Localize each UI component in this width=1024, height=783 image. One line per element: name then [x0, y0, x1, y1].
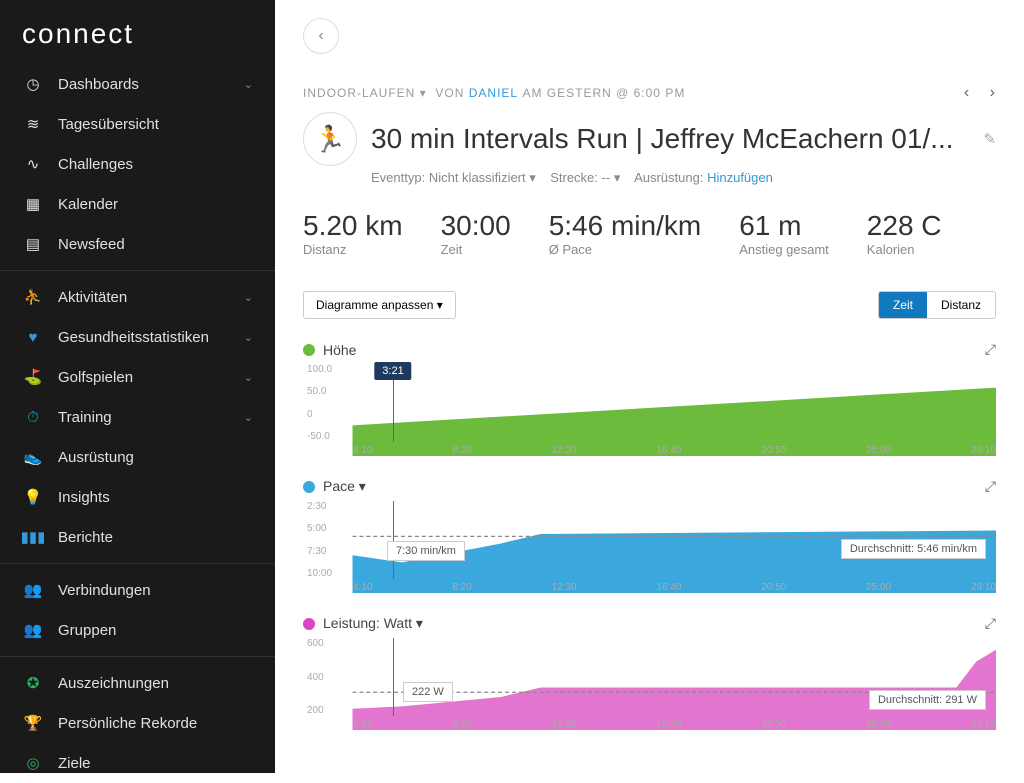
- expand-pace-button[interactable]: ⤢: [985, 478, 996, 495]
- chart-pace: Pace ▾⤢ 2:305:007:3010:00 7:30 min/km Du…: [303, 478, 996, 593]
- nav-rekorde[interactable]: 🏆Persönliche Rekorde: [0, 703, 275, 743]
- stat-kal-val: 228 C: [867, 210, 942, 242]
- leistung-avg-label: Durchschnitt: 291 W: [869, 690, 986, 710]
- chevron-down-icon: ⌄: [244, 78, 253, 91]
- heart-icon: ♥: [22, 326, 44, 348]
- run-icon: 🏃: [303, 112, 357, 166]
- expand-leistung-button[interactable]: ⤢: [985, 615, 996, 632]
- nav-newsfeed[interactable]: ▤Newsfeed: [0, 224, 275, 264]
- wave-icon: ∿: [22, 153, 44, 175]
- breadcrumb: INDOOR-LAUFEN ▾ VON DANIEL AM GESTERN @ …: [303, 84, 996, 102]
- back-button[interactable]: ‹: [303, 18, 339, 54]
- activity-title: 30 min Intervals Run | Jeffrey McEachern…: [371, 123, 975, 155]
- edit-title-button[interactable]: ✎: [983, 130, 996, 148]
- toggle-distanz[interactable]: Distanz: [927, 292, 995, 318]
- next-activity-button[interactable]: ›: [990, 84, 996, 101]
- nav-berichte[interactable]: ▮▮▮Berichte: [0, 517, 275, 557]
- nav-verbindungen[interactable]: 👥Verbindungen: [0, 570, 275, 610]
- trophy-icon: 🏆: [22, 712, 44, 734]
- expand-hoehe-button[interactable]: ⤢: [985, 341, 996, 358]
- nav-gesundheit[interactable]: ♥Gesundheitsstatistiken⌄: [0, 317, 275, 357]
- chevron-down-icon: ⌄: [244, 371, 253, 384]
- nav-tagesuebersicht[interactable]: ≋Tagesübersicht: [0, 104, 275, 144]
- logo: connect: [0, 18, 275, 64]
- people-icon: 👥: [22, 579, 44, 601]
- hoehe-dot-icon: [303, 344, 315, 356]
- pace-avg-label: Durchschnitt: 5:46 min/km: [841, 539, 986, 559]
- nav-kalender[interactable]: ▦Kalender: [0, 184, 275, 224]
- cursor-time-tag: 3:21: [374, 362, 411, 380]
- calendar-icon: ▦: [22, 193, 44, 215]
- golf-icon: ⛳: [22, 366, 44, 388]
- chevron-down-icon: ⌄: [244, 291, 253, 304]
- nav-dashboards[interactable]: ◷Dashboards⌄: [0, 64, 275, 104]
- chart-x-axis-toggle: Zeit Distanz: [878, 291, 996, 319]
- bulb-icon: 💡: [22, 486, 44, 508]
- person-icon: ⛹: [22, 286, 44, 308]
- nav-golf[interactable]: ⛳Golfspielen⌄: [0, 357, 275, 397]
- prev-activity-button[interactable]: ‹: [964, 84, 970, 101]
- pace-dot-icon: [303, 481, 315, 493]
- main-content: ‹ INDOOR-LAUFEN ▾ VON DANIEL AM GESTERN …: [275, 0, 1024, 773]
- user-link[interactable]: DANIEL: [469, 86, 518, 100]
- chart-leistung: Leistung: Watt ▾⤢ 600400200 222 W Durchs…: [303, 615, 996, 730]
- stat-distanz-val: 5.20 km: [303, 210, 403, 242]
- nav-auszeichnungen[interactable]: ✪Auszeichnungen: [0, 663, 275, 703]
- stat-anstieg-val: 61 m: [739, 210, 829, 242]
- leistung-dot-icon: [303, 618, 315, 630]
- nav-training[interactable]: ⏱Training⌄: [0, 397, 275, 437]
- add-gear-link[interactable]: Hinzufügen: [707, 170, 773, 185]
- badge-icon: ✪: [22, 672, 44, 694]
- leistung-cursor-value: 222 W: [403, 682, 453, 702]
- activity-subline: Eventtyp: Nicht klassifiziert ▾ Strecke:…: [371, 170, 996, 186]
- sidebar: connect ◷Dashboards⌄ ≋Tagesübersicht ∿Ch…: [0, 0, 275, 773]
- chevron-down-icon: ⌄: [244, 331, 253, 344]
- stat-zeit-val: 30:00: [441, 210, 511, 242]
- nav-gruppen[interactable]: 👥Gruppen: [0, 610, 275, 650]
- nav-aktivitaeten[interactable]: ⛹Aktivitäten⌄: [0, 277, 275, 317]
- shoe-icon: 👟: [22, 446, 44, 468]
- nav-ziele[interactable]: ◎Ziele: [0, 743, 275, 783]
- stat-pace-val: 5:46 min/km: [549, 210, 702, 242]
- nav-challenges[interactable]: ∿Challenges: [0, 144, 275, 184]
- customize-charts-button[interactable]: Diagramme anpassen ▾: [303, 291, 456, 319]
- stats-row: 5.20 kmDistanz 30:00Zeit 5:46 min/kmØ Pa…: [303, 210, 996, 257]
- chevron-down-icon: ⌄: [244, 411, 253, 424]
- gauge-icon: ◷: [22, 73, 44, 95]
- nav-ausruestung[interactable]: 👟Ausrüstung: [0, 437, 275, 477]
- group-icon: 👥: [22, 619, 44, 641]
- stopwatch-icon: ⏱: [22, 406, 44, 428]
- target-icon: ◎: [22, 752, 44, 774]
- toggle-zeit[interactable]: Zeit: [879, 292, 927, 318]
- pace-cursor-value: 7:30 min/km: [387, 541, 465, 561]
- layers-icon: ≋: [22, 113, 44, 135]
- news-icon: ▤: [22, 233, 44, 255]
- nav-insights[interactable]: 💡Insights: [0, 477, 275, 517]
- bars-icon: ▮▮▮: [22, 526, 44, 548]
- activity-nav-arrows: ‹ ›: [950, 84, 996, 102]
- chart-hoehe: Höhe⤢ 100.050.00-50.0 3:21 4:108:2012:30…: [303, 341, 996, 456]
